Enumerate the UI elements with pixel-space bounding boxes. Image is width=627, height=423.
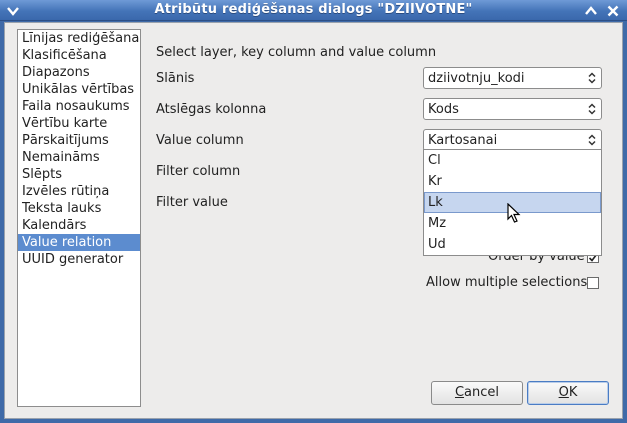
allow-multiple-label: Allow multiple selections xyxy=(426,275,588,290)
widget-type-item[interactable]: Teksta lauks xyxy=(18,200,140,217)
dropdown-option[interactable]: Kr xyxy=(424,171,601,192)
widget-type-item[interactable]: Pārskaitījums xyxy=(18,132,140,149)
close-icon[interactable] xyxy=(604,2,621,19)
ok-mnemonic: O xyxy=(558,385,569,400)
maximize-icon[interactable] xyxy=(582,2,599,19)
widget-type-item[interactable]: Klasificēšana xyxy=(18,47,140,64)
value-column-combo-value: Kartosanai xyxy=(428,133,498,148)
widget-type-item[interactable]: Diapazons xyxy=(18,64,140,81)
dropdown-option[interactable]: Ud xyxy=(424,234,601,255)
widget-type-item[interactable]: Kalendārs xyxy=(18,217,140,234)
widget-type-item[interactable]: Nemaināms xyxy=(18,149,140,166)
key-column-label: Atslēgas kolonna xyxy=(156,102,267,117)
dialog-client-area: Līnijas rediģēšana Klasificēšana Diapazo… xyxy=(4,22,623,419)
key-column-combo-value: Kods xyxy=(428,102,459,117)
key-column-combo[interactable]: Kods xyxy=(423,98,602,120)
layer-combo-value: dziivotnju_kodi xyxy=(428,71,525,86)
widget-type-item[interactable]: Līnijas rediģēšana xyxy=(18,30,140,47)
filter-value-label: Filter value xyxy=(156,195,228,210)
layer-combo[interactable]: dziivotnju_kodi xyxy=(423,67,602,89)
widget-type-item[interactable]: Faila nosaukums xyxy=(18,98,140,115)
title-bar[interactable]: Atribūtu rediģēšanas dialogs "DZIIVOTNE" xyxy=(0,0,627,21)
combo-updown-icon xyxy=(588,72,596,84)
cancel-mnemonic: C xyxy=(454,385,465,400)
widget-type-item-selected[interactable]: Value relation xyxy=(18,234,140,251)
ok-button[interactable]: OK xyxy=(527,381,609,405)
form-heading: Select layer, key column and value colum… xyxy=(156,45,437,60)
ok-button-label: K xyxy=(568,385,578,400)
combo-updown-icon xyxy=(588,134,596,146)
window-title: Atribūtu rediģēšanas dialogs "DZIIVOTNE" xyxy=(154,2,473,17)
widget-type-item[interactable]: UUID generator xyxy=(18,251,140,268)
cancel-button-label: ancel xyxy=(464,385,500,400)
widget-type-item[interactable]: Vērtību karte xyxy=(18,115,140,132)
widget-type-item[interactable]: Slēpts xyxy=(18,166,140,183)
cancel-button[interactable]: Cancel xyxy=(431,381,523,405)
widget-type-list[interactable]: Līnijas rediģēšana Klasificēšana Diapazo… xyxy=(17,29,141,407)
widget-type-item[interactable]: Unikālas vērtības xyxy=(18,81,140,98)
widget-type-item[interactable]: Izvēles rūtiņa xyxy=(18,183,140,200)
dropdown-option[interactable]: Cl xyxy=(424,150,601,171)
mouse-cursor-icon xyxy=(507,203,521,223)
value-column-label: Value column xyxy=(156,133,244,148)
allow-multiple-checkbox[interactable] xyxy=(587,277,599,289)
value-column-combo[interactable]: Kartosanai xyxy=(423,129,602,151)
combo-updown-icon xyxy=(588,103,596,115)
layer-label: Slānis xyxy=(156,71,195,86)
filter-column-label: Filter column xyxy=(156,164,241,179)
dialog-window: Atribūtu rediģēšanas dialogs "DZIIVOTNE"… xyxy=(0,0,627,423)
